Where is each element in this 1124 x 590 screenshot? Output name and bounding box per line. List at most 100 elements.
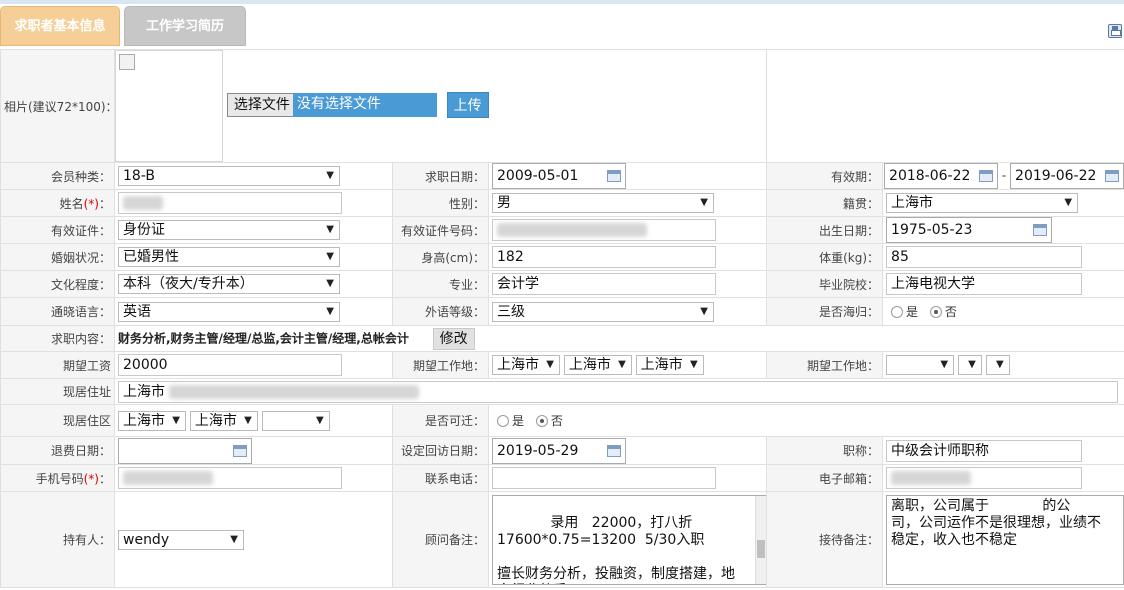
job-content-text: 财务分析,财务主管/经理/总监,会计主管/经理,总帐会计 xyxy=(118,331,409,345)
native-place-label: 籍贯： xyxy=(766,189,884,217)
gender-select[interactable]: 男 ▼ xyxy=(492,193,714,213)
consultant-note-textarea[interactable]: 录用 22000，打八折 17600*0.75=13200 5/30入职 擅长财… xyxy=(492,494,766,585)
calendar-icon[interactable] xyxy=(233,444,247,457)
language-level-select[interactable]: 三级 ▼ xyxy=(492,301,714,322)
consultant-note-label: 顾问备注： xyxy=(392,491,489,588)
phone-label: 联系电话： xyxy=(392,464,489,492)
calendar-icon[interactable] xyxy=(607,170,621,182)
language-select[interactable]: 英语 ▼ xyxy=(118,301,340,322)
receiver-note-textarea[interactable]: 离职，公司属于 的公 司，公司运作不是很理想，业绩不 稳定，收入也不稳定 xyxy=(886,494,1124,585)
choose-file-button[interactable]: 选择文件 xyxy=(226,93,297,117)
tab-work-study-resume[interactable]: 工作学习简历 xyxy=(124,6,246,46)
chevron-down-icon: ▼ xyxy=(700,305,708,317)
member-type-select[interactable]: 18-B ▼ xyxy=(118,166,340,186)
work-place-2-district-select[interactable]: ▼ xyxy=(985,355,1010,375)
top-border xyxy=(0,0,1124,4)
major-input[interactable]: 会计学 xyxy=(492,273,716,295)
scrollbar-thumb[interactable] xyxy=(757,539,765,558)
revisit-date-input[interactable]: 2019-05-29 xyxy=(492,437,626,464)
revisit-date-label: 设定回访日期： xyxy=(392,436,489,465)
native-place-select[interactable]: 上海市 ▼ xyxy=(886,193,1079,213)
chevron-down-icon: ▼ xyxy=(940,359,949,370)
language-label: 通晓语言： xyxy=(0,297,115,326)
apply-date-input[interactable]: 2009-05-01 xyxy=(492,163,626,189)
title-input[interactable]: 中级会计师职称 xyxy=(886,439,1083,462)
chevron-down-icon: ▼ xyxy=(315,414,324,426)
upload-button[interactable]: 上传 xyxy=(446,92,489,118)
returnee-yes-radio[interactable] xyxy=(891,305,904,318)
refund-date-input[interactable] xyxy=(118,437,252,464)
education-select[interactable]: 本科（夜大/专升本） ▼ xyxy=(118,274,340,294)
email-input[interactable] xyxy=(886,467,1083,489)
marital-select[interactable]: 已婚男性 ▼ xyxy=(118,247,340,267)
returnee-yes-label: 是 xyxy=(906,305,919,319)
name-input[interactable] xyxy=(118,192,342,214)
calendar-icon[interactable] xyxy=(607,444,621,457)
job-seeker-form: 相片(建议72*100)： 选择文件 没有选择文件 上传 会员种类： 18-B ▼ … xyxy=(0,49,1124,588)
work-place-label: 期望工作地： xyxy=(392,351,489,379)
education-label: 文化程度： xyxy=(0,270,115,298)
work-place-city-select[interactable]: 上海市 ▼ xyxy=(563,355,632,375)
chevron-down-icon: ▼ xyxy=(326,224,334,235)
weight-label: 体重(kg)： xyxy=(766,243,884,271)
photo-label: 相片(建议72*100)： xyxy=(0,49,115,163)
work-place-province-select[interactable]: 上海市 ▼ xyxy=(492,355,560,375)
chevron-down-icon: ▼ xyxy=(244,414,252,426)
chevron-down-icon: ▼ xyxy=(326,278,334,289)
chevron-down-icon: ▼ xyxy=(618,359,626,370)
district-label: 现居住区 xyxy=(0,404,115,437)
chevron-down-icon: ▼ xyxy=(968,359,976,370)
chevron-down-icon: ▼ xyxy=(326,170,334,181)
district-city-select[interactable]: 上海市 ▼ xyxy=(189,410,258,431)
returnee-label: 是否海归： xyxy=(766,297,884,326)
job-content-label: 求职内容： xyxy=(0,325,115,352)
calendar-icon[interactable] xyxy=(1105,170,1120,182)
date-range-separator: - xyxy=(1001,168,1007,183)
salary-label: 期望工资 xyxy=(0,351,115,379)
receiver-note-label: 接待备注： xyxy=(766,491,884,588)
tab-basic-info[interactable]: 求职者基本信息 xyxy=(0,6,120,46)
chevron-down-icon: ▼ xyxy=(1064,197,1073,208)
returnee-no-radio[interactable] xyxy=(929,305,942,318)
name-label: 姓名(*)： xyxy=(0,189,115,217)
chevron-down-icon: ▼ xyxy=(689,359,698,370)
height-input[interactable]: 182 xyxy=(492,246,716,268)
apply-date-label: 求职日期： xyxy=(392,162,489,190)
marital-label: 婚姻状况： xyxy=(0,243,115,271)
edit-job-content-button[interactable]: 修改 xyxy=(432,327,475,350)
weight-input[interactable]: 85 xyxy=(886,246,1083,268)
address-input[interactable]: 上海市 xyxy=(118,380,1118,403)
relocate-yes-radio[interactable] xyxy=(497,414,509,427)
phone-input[interactable] xyxy=(492,467,716,489)
school-label: 毕业院校： xyxy=(766,270,884,298)
valid-start-date-input[interactable]: 2018-06-22 xyxy=(884,163,999,189)
work-place-district-select[interactable]: 上海市 ▼ xyxy=(635,355,704,375)
calendar-icon[interactable] xyxy=(1033,224,1048,236)
refund-date-label: 退费日期： xyxy=(0,436,115,465)
valid-end-date-input[interactable]: 2019-06-22 xyxy=(1010,163,1124,189)
work-place-2-province-select[interactable]: ▼ xyxy=(886,355,955,375)
chevron-down-icon: ▼ xyxy=(995,359,1004,370)
relocate-yes-label: 是 xyxy=(512,414,525,428)
work-place-2-label: 期望工作地： xyxy=(766,351,884,379)
member-type-label: 会员种类： xyxy=(0,162,115,190)
district-province-select[interactable]: 上海市 ▼ xyxy=(118,410,186,431)
id-type-select[interactable]: 身份证 ▼ xyxy=(118,220,340,240)
calendar-icon[interactable] xyxy=(979,170,994,182)
district-area-select[interactable]: ▼ xyxy=(261,410,330,431)
id-number-input[interactable] xyxy=(492,219,716,241)
salary-input[interactable]: 20000 xyxy=(118,354,342,376)
birth-date-input[interactable]: 1975-05-23 xyxy=(886,217,1053,243)
chevron-down-icon: ▼ xyxy=(326,251,334,262)
mobile-input[interactable] xyxy=(118,467,342,489)
save-icon[interactable] xyxy=(1108,24,1122,38)
owner-select[interactable]: wendy ▼ xyxy=(118,529,244,550)
email-label: 电子邮箱： xyxy=(766,464,884,492)
file-status-text: 没有选择文件 xyxy=(292,93,437,117)
owner-label: 持有人： xyxy=(0,491,115,588)
school-input[interactable]: 上海电视大学 xyxy=(886,273,1083,295)
id-number-label: 有效证件号码： xyxy=(392,216,489,244)
relocate-no-radio[interactable] xyxy=(535,414,548,427)
work-place-2-city-select[interactable]: ▼ xyxy=(957,355,982,375)
chevron-down-icon: ▼ xyxy=(172,414,180,426)
